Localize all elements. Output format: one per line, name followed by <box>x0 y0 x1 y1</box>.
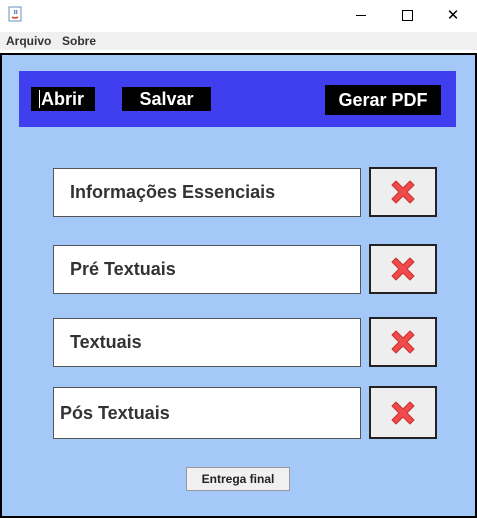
open-button[interactable]: Abrir <box>31 87 95 111</box>
toolbar: Abrir Salvar Gerar PDF <box>19 71 456 127</box>
menu-arquivo[interactable]: Arquivo <box>6 34 51 48</box>
section-label: Textuais <box>70 332 142 352</box>
minimize-icon <box>356 14 366 16</box>
section-label: Informações Essenciais <box>70 182 276 202</box>
section-label: Pós Textuais <box>60 402 170 423</box>
title-bar: ✕ <box>0 0 477 30</box>
main-panel: Abrir Salvar Gerar PDF Informações Essen… <box>0 53 477 518</box>
section-textuais[interactable]: Textuais <box>53 318 361 367</box>
delete-pos-textuais-button[interactable] <box>369 386 437 439</box>
close-icon: ✕ <box>446 5 460 24</box>
delete-textuais-button[interactable] <box>369 317 437 367</box>
maximize-icon <box>401 9 413 21</box>
save-button[interactable]: Salvar <box>122 87 211 111</box>
red-x-icon <box>391 180 415 204</box>
red-x-icon <box>391 330 415 354</box>
generate-pdf-button[interactable]: Gerar PDF <box>325 85 441 115</box>
red-x-icon <box>391 401 415 424</box>
java-coffee-icon <box>8 6 22 22</box>
delete-pre-textuais-button[interactable] <box>369 244 437 294</box>
menu-bar: Arquivo Sobre <box>0 32 477 50</box>
red-x-icon <box>391 257 415 281</box>
section-informacoes-essenciais[interactable]: Informações Essenciais <box>53 168 361 217</box>
close-button[interactable]: ✕ <box>430 0 476 30</box>
section-pos-textuais[interactable]: Pós Textuais <box>53 387 361 439</box>
section-label: Pré Textuais <box>70 259 176 279</box>
final-delivery-button[interactable]: Entrega final <box>186 467 290 491</box>
section-pre-textuais[interactable]: Pré Textuais <box>53 245 361 294</box>
maximize-button[interactable] <box>384 0 430 30</box>
delete-informacoes-essenciais-button[interactable] <box>369 167 437 217</box>
menu-sobre[interactable]: Sobre <box>62 34 96 48</box>
minimize-button[interactable] <box>338 0 384 30</box>
